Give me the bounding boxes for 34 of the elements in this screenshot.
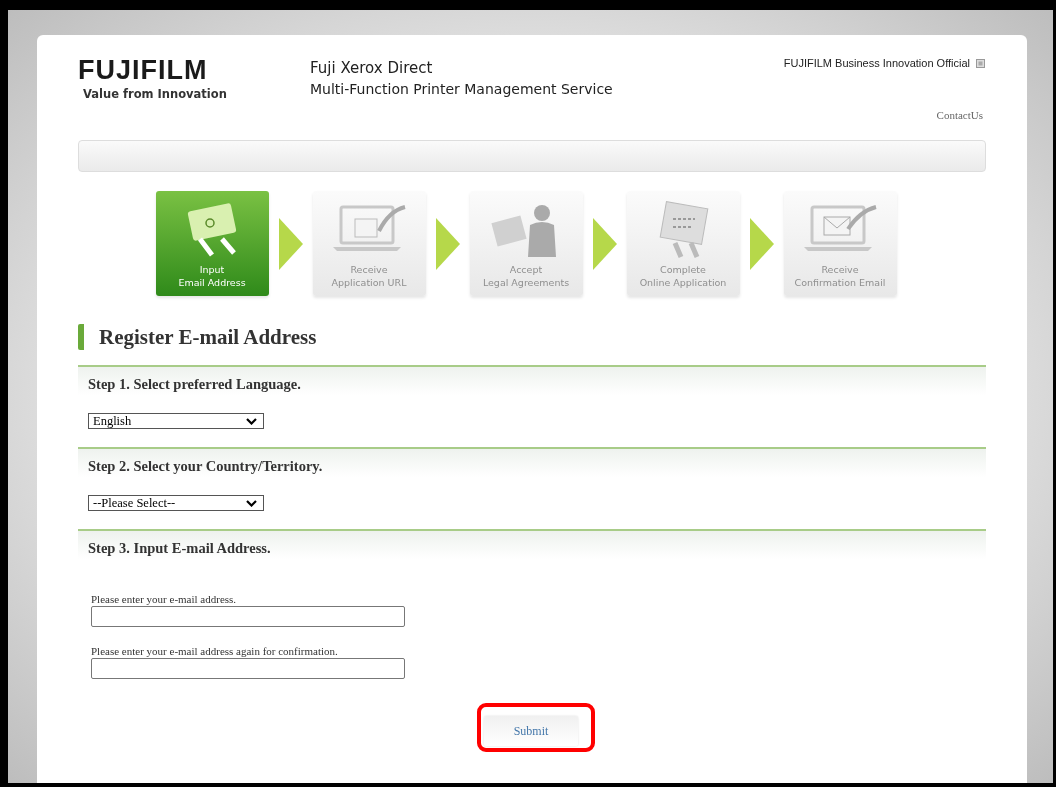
field-label: Please enter your e-mail address. <box>91 593 238 605</box>
step-arrow-icon <box>592 217 617 270</box>
email-input[interactable] <box>91 606 405 627</box>
external-link-icon <box>976 58 985 68</box>
step-label: Receive <box>821 263 859 276</box>
step-label: Online Application <box>639 276 727 289</box>
step-arrow-icon <box>435 217 460 270</box>
dropdown[interactable]: --Please Select-- <box>88 495 264 511</box>
official-site-link[interactable]: FUJIFILM Business Innovation Official <box>783 57 970 69</box>
step-arrow-icon <box>278 217 303 270</box>
section-title: Step 1. Select preferred Language. <box>88 376 302 393</box>
field-label: Please enter your e-mail address again for confirmation. <box>91 645 339 657</box>
chevron-down-icon <box>246 499 257 507</box>
site-subtitle: Multi-Function Printer Management Service <box>310 81 613 97</box>
step-label: Email Address <box>178 276 246 289</box>
section-title: Step 2. Select your Country/Territory. <box>88 458 324 475</box>
page-heading: Register E-mail Address <box>78 324 986 350</box>
step-label: Application URL <box>331 276 407 289</box>
tagline: Value from Innovation <box>83 87 227 101</box>
step-label: Accept <box>509 263 543 276</box>
step-label: Confirmation Email <box>794 276 886 289</box>
step-arrow-icon <box>749 217 774 270</box>
step-label: Legal Agreements <box>482 276 570 289</box>
dropdown[interactable]: English <box>88 413 264 429</box>
step-label: Complete <box>660 263 706 276</box>
contact-us-link[interactable]: ContactUs <box>936 109 983 121</box>
chevron-down-icon <box>246 417 257 425</box>
email-input[interactable] <box>91 658 405 679</box>
site-title: Fuji Xerox Direct <box>310 59 433 77</box>
step-label: Input <box>199 263 225 276</box>
logo: FUJIFILM <box>78 57 208 84</box>
submit-button[interactable]: Submit <box>484 716 578 746</box>
section-title: Step 3. Input E-mail Address. <box>88 540 272 557</box>
step-label: Receive <box>350 263 388 276</box>
